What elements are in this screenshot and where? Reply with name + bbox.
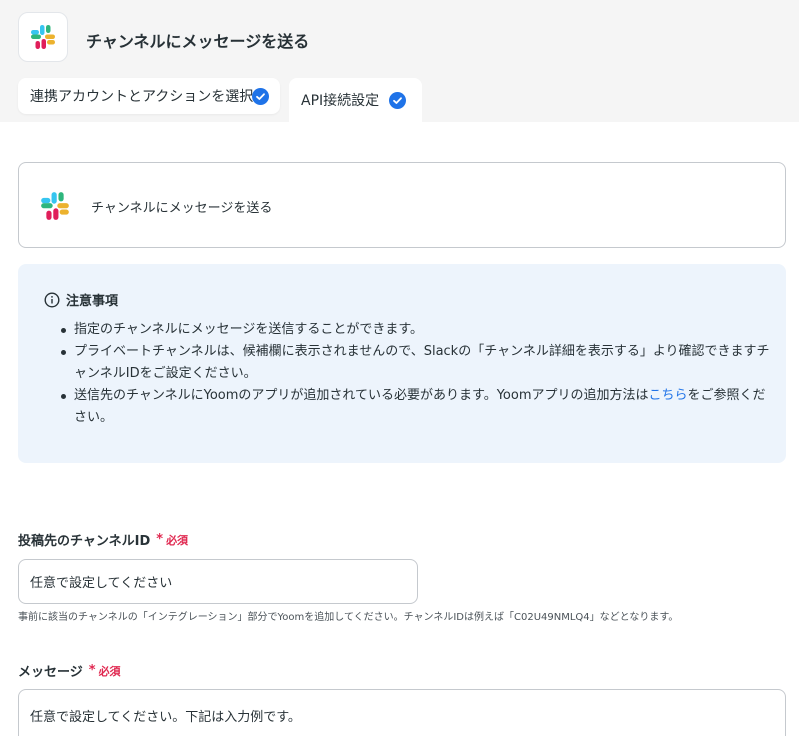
field-label-text: 投稿先のチャンネルID	[18, 534, 151, 549]
slack-logo-icon	[41, 192, 69, 220]
required-badge: 必須	[166, 533, 189, 547]
notice-title: 注意事項	[66, 294, 119, 309]
channel-id-help: 事前に該当のチャンネルの「インテグレーション」部分でYoomを追加してください。…	[18, 612, 679, 623]
channel-id-input[interactable]: 任意で設定してください	[18, 559, 418, 604]
notice-list: 指定のチャンネルにメッセージを送信することができます。 プライベートチャンネルは…	[61, 319, 774, 429]
tab-api-settings[interactable]: API接続設定	[289, 78, 422, 122]
check-circle-icon	[252, 87, 269, 105]
message-label: メッセージ * 必須	[18, 661, 121, 680]
slack-app-icon	[18, 12, 68, 62]
required-mark: *	[156, 532, 164, 547]
tab-account-action[interactable]: 連携アカウントとアクションを選択	[18, 78, 280, 114]
page-header: チャンネルにメッセージを送る 連携アカウントとアクションを選択 API接続設定	[0, 0, 799, 122]
notice-box: 注意事項 指定のチャンネルにメッセージを送信することができます。 プライベートチ…	[18, 264, 786, 463]
action-card: チャンネルにメッセージを送る	[18, 162, 786, 248]
required-mark: *	[88, 663, 96, 678]
field-label-text: メッセージ	[18, 665, 83, 680]
required-badge: 必須	[98, 664, 121, 678]
channel-id-label: 投稿先のチャンネルID * 必須	[18, 530, 188, 549]
notice-header: 注意事項	[44, 290, 118, 309]
info-circle-icon	[44, 291, 60, 308]
notice-item: 指定のチャンネルにメッセージを送信することができます。	[61, 319, 774, 341]
notice-item-text: 送信先のチャンネルにYoomのアプリが追加されている必要があります。Yoomアプ…	[74, 388, 649, 403]
check-circle-icon	[389, 91, 407, 109]
message-textarea[interactable]: 任意で設定してください。下記は入力例です。	[18, 689, 786, 736]
help-link[interactable]: こちら	[649, 388, 688, 403]
action-label: チャンネルにメッセージを送る	[91, 201, 273, 216]
tab-label: 連携アカウントとアクションを選択	[30, 89, 254, 105]
notice-item: 送信先のチャンネルにYoomのアプリが追加されている必要があります。Yoomアプ…	[61, 385, 774, 429]
notice-item: プライベートチャンネルは、候補欄に表示されませんので、Slackの「チャンネル詳…	[61, 341, 774, 385]
page-title: チャンネルにメッセージを送る	[86, 32, 310, 51]
slack-logo-icon	[31, 25, 55, 49]
tab-label: API接続設定	[301, 93, 380, 109]
